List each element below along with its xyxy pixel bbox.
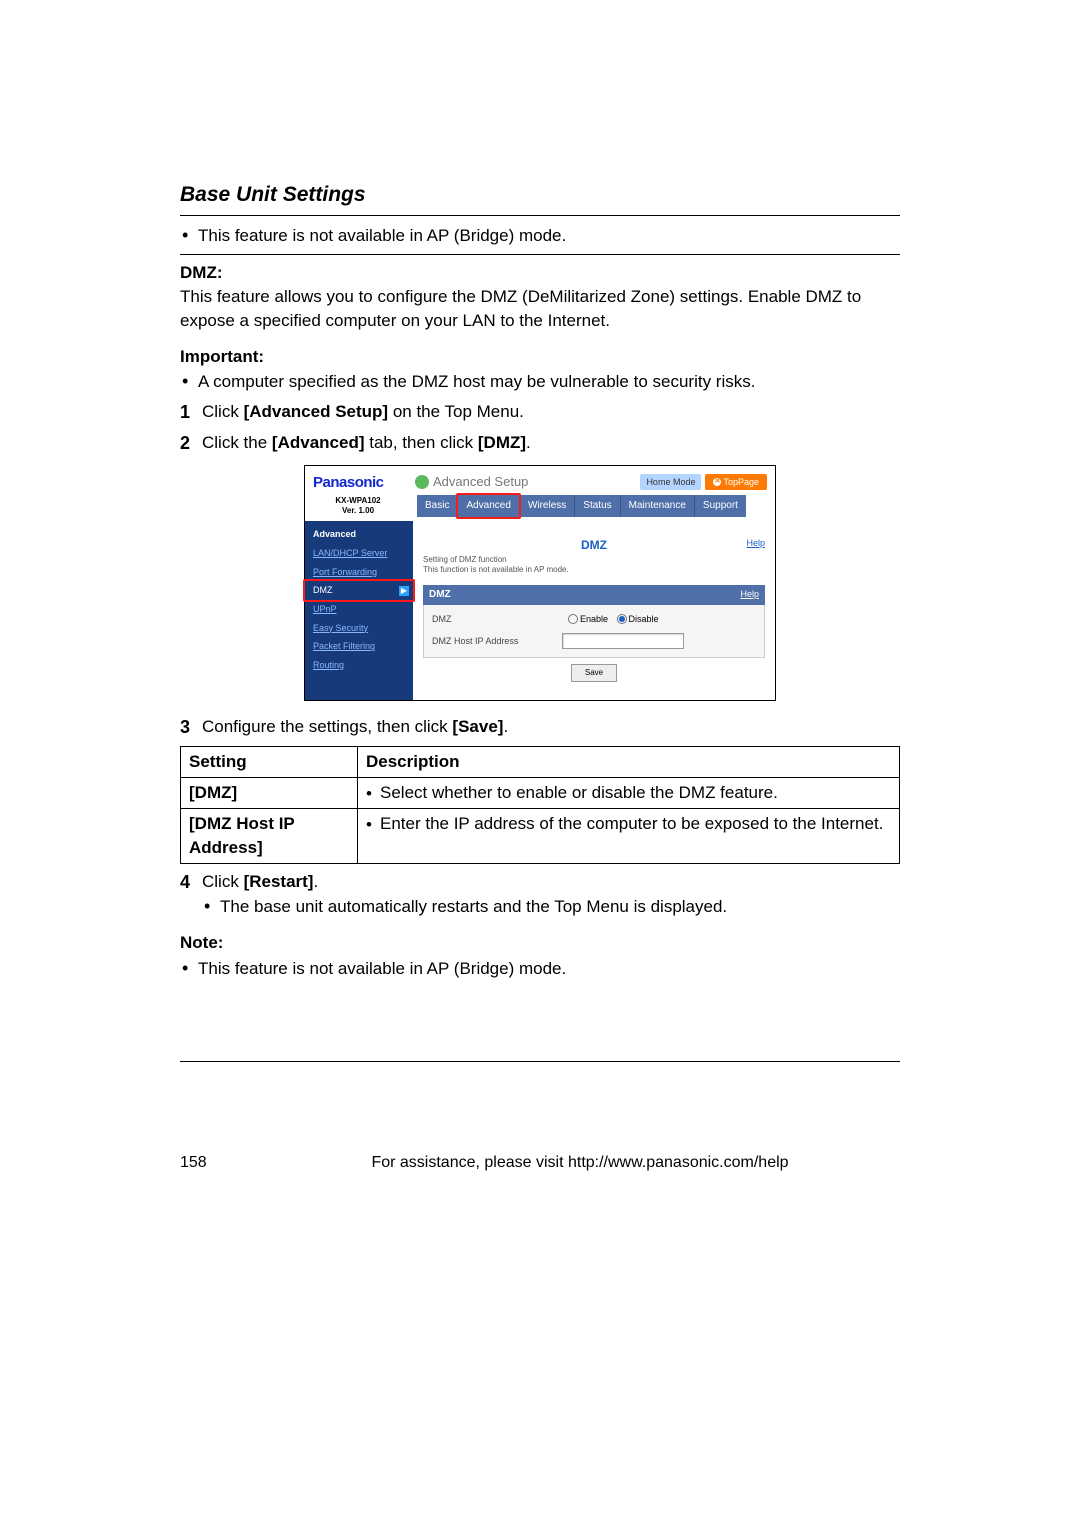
step-bold: [Save] (452, 717, 503, 736)
step-text: Configure the settings, then click (202, 717, 452, 736)
step-sub-bullet: The base unit automatically restarts and… (202, 895, 900, 919)
step-bold: [Restart] (244, 872, 314, 891)
table-header-setting: Setting (181, 747, 358, 778)
step-bold: [Advanced] (272, 433, 365, 452)
step-1: 1 Click [Advanced Setup] on the Top Menu… (180, 400, 900, 425)
radio-disable[interactable] (617, 614, 627, 624)
table-cell-setting: [DMZ Host IP Address] (181, 808, 358, 863)
tab-status[interactable]: Status (575, 495, 620, 517)
sidebar-item-routing[interactable]: Routing (305, 656, 413, 675)
step-bold: [DMZ] (478, 433, 526, 452)
step-text: tab, then click (365, 433, 478, 452)
sidebar-item-upnp[interactable]: UPnP (305, 600, 413, 619)
important-bullet: A computer specified as the DMZ host may… (180, 370, 900, 394)
divider (180, 254, 900, 255)
table-cell-description: Select whether to enable or disable the … (358, 778, 900, 809)
help-link[interactable]: Help (740, 588, 759, 601)
sidebar-item-dmz[interactable]: DMZ▶ (305, 581, 413, 600)
home-mode-badge: Home Mode (640, 474, 701, 491)
dmz-heading: DMZ: (180, 261, 900, 285)
step-number: 4 (180, 870, 202, 922)
tab-support[interactable]: Support (695, 495, 746, 517)
router-ui-screenshot: Panasonic Advanced Setup Home Mode ✕TopP… (304, 465, 776, 702)
dmz-description: This feature allows you to configure the… (180, 285, 900, 333)
step-text: Click the (202, 433, 272, 452)
step-text: Click (202, 872, 244, 891)
page-number: 158 (180, 1152, 260, 1174)
table-row: [DMZ] Select whether to enable or disabl… (181, 778, 900, 809)
radio-enable[interactable] (568, 614, 578, 624)
dmz-host-ip-row: DMZ Host IP Address (424, 629, 764, 653)
note-bullet: This feature is not available in AP (Bri… (180, 957, 900, 981)
step-text: . (526, 433, 531, 452)
tab-advanced[interactable]: Advanced (458, 495, 519, 517)
step-3: 3 Configure the settings, then click [Sa… (180, 715, 900, 740)
dmz-enable-row: DMZ Enable Disable (424, 609, 764, 630)
content-pane: DMZ Help Setting of DMZ function This fu… (413, 521, 775, 701)
tab-bar: Basic Advanced Wireless Status Maintenan… (417, 495, 746, 517)
step-number: 2 (180, 431, 202, 456)
tab-wireless[interactable]: Wireless (520, 495, 575, 517)
form-label: DMZ Host IP Address (432, 635, 562, 648)
table-cell-description: Enter the IP address of the computer to … (358, 808, 900, 863)
step-text: . (313, 872, 318, 891)
model-info: KX-WPA102 Ver. 1.00 (313, 496, 403, 515)
step-text: on the Top Menu. (388, 402, 524, 421)
step-text: Click (202, 402, 244, 421)
sidebar: Advanced LAN/DHCP Server Port Forwarding… (305, 521, 413, 701)
content-heading: DMZ Help (423, 537, 765, 554)
sidebar-item-port-forwarding[interactable]: Port Forwarding (305, 563, 413, 582)
top-page-button[interactable]: ✕TopPage (705, 474, 767, 491)
form-label: DMZ (432, 613, 562, 626)
step-4: 4 Click [Restart]. The base unit automat… (180, 870, 900, 922)
pencil-icon (415, 475, 429, 489)
panasonic-logo: Panasonic (313, 472, 395, 493)
step-text: . (503, 717, 508, 736)
sidebar-item-easy-security[interactable]: Easy Security (305, 619, 413, 638)
step-bold: [Advanced Setup] (244, 402, 389, 421)
save-button[interactable]: Save (571, 664, 617, 682)
chevron-right-icon: ▶ (399, 586, 409, 596)
footer-assist-text: For assistance, please visit http://www.… (260, 1152, 900, 1174)
step-2: 2 Click the [Advanced] tab, then click [… (180, 431, 900, 456)
tab-maintenance[interactable]: Maintenance (621, 495, 695, 517)
sidebar-item-packet-filtering[interactable]: Packet Filtering (305, 637, 413, 656)
note-label: Note: (180, 931, 900, 955)
page-title: Advanced Setup (433, 473, 528, 491)
form-pane-title: DMZ Help (423, 585, 765, 605)
help-link[interactable]: Help (746, 537, 765, 550)
document-page: Base Unit Settings This feature is not a… (60, 0, 1020, 1234)
footer-divider (180, 1061, 900, 1062)
intro-bullet: This feature is not available in AP (Bri… (180, 224, 900, 248)
important-label: Important: (180, 345, 900, 369)
step-number: 1 (180, 400, 202, 425)
sidebar-title: Advanced (305, 525, 413, 545)
dmz-host-ip-input[interactable] (562, 633, 684, 649)
table-header-description: Description (358, 747, 900, 778)
settings-table: Setting Description [DMZ] Select whether… (180, 746, 900, 863)
table-cell-setting: [DMZ] (181, 778, 358, 809)
sidebar-item-lan-dhcp[interactable]: LAN/DHCP Server (305, 544, 413, 563)
page-footer: 158 For assistance, please visit http://… (180, 1152, 900, 1174)
step-number: 3 (180, 715, 202, 740)
table-row: [DMZ Host IP Address] Enter the IP addre… (181, 808, 900, 863)
dmz-form: DMZ Enable Disable DMZ Host IP Address (423, 605, 765, 659)
content-subtext: Setting of DMZ function This function is… (423, 555, 765, 574)
divider (180, 215, 900, 216)
section-title: Base Unit Settings (180, 180, 900, 209)
tab-basic[interactable]: Basic (417, 495, 458, 517)
